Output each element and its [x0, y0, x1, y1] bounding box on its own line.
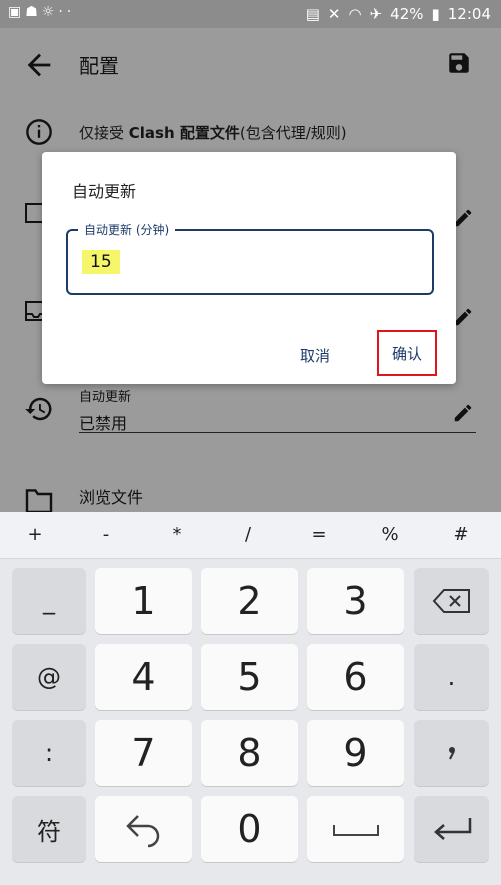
numeric-keyboard: + - * / = % # _ 1 2 3 @ 4 5 6 . : 7 8 9 …: [0, 512, 501, 885]
key-8[interactable]: 8: [201, 720, 298, 786]
weather-icon: ☼: [41, 4, 59, 20]
undo-icon: [125, 815, 159, 848]
key-percent[interactable]: %: [370, 524, 410, 545]
wifi-icon: ◠: [348, 5, 362, 23]
key-underscore[interactable]: _: [12, 568, 86, 634]
key-2[interactable]: 2: [201, 568, 298, 634]
app-bar: [0, 28, 501, 100]
space-bar-icon: [332, 825, 379, 836]
auto-update-underline: [79, 432, 476, 433]
image-icon: ▣: [8, 4, 26, 20]
folder-icon: [25, 489, 53, 512]
key-plus[interactable]: +: [15, 524, 55, 545]
page-title: 配置: [79, 54, 119, 78]
status-bar: ▣☗☼·· ▤ ✕ ◠ ✈ 42% ▮ 12:04: [0, 0, 501, 28]
key-9[interactable]: 9: [307, 720, 404, 786]
info-text: 仅接受 Clash 配置文件(包含代理/规则): [79, 122, 347, 143]
key-5[interactable]: 5: [201, 644, 298, 710]
key-label: 3: [343, 579, 368, 623]
key-6[interactable]: 6: [307, 644, 404, 710]
edit-pencil-icon[interactable]: [452, 402, 474, 424]
key-space[interactable]: [307, 796, 404, 862]
auto-update-value[interactable]: 已禁用: [79, 410, 127, 434]
battery-saver-icon: ▤: [305, 5, 320, 23]
symbol-row: + - * / = % #: [0, 512, 501, 559]
save-icon[interactable]: [446, 50, 472, 76]
clock: 12:04: [447, 5, 491, 23]
field-value[interactable]: 15: [82, 250, 120, 274]
key-label: 7: [131, 731, 156, 775]
android-icon: ☗: [25, 4, 42, 20]
comma-icon: [448, 747, 455, 760]
cancel-button[interactable]: 取消: [300, 345, 330, 366]
key-comma[interactable]: [414, 720, 489, 786]
dialog-title: 自动更新: [72, 182, 137, 201]
field-label: 自动更新 (分钟): [78, 221, 176, 238]
key-label: 9: [343, 731, 368, 775]
key-0[interactable]: 0: [201, 796, 298, 862]
key-period[interactable]: .: [414, 644, 489, 710]
confirm-button[interactable]: 确认: [377, 330, 437, 376]
key-label: 6: [343, 655, 368, 699]
key-label: 8: [237, 731, 262, 775]
key-equals[interactable]: =: [299, 524, 339, 545]
key-label: .: [447, 663, 456, 691]
key-7[interactable]: 7: [95, 720, 192, 786]
key-4[interactable]: 4: [95, 644, 192, 710]
info-text-bold: Clash 配置文件: [128, 124, 240, 142]
key-label: 0: [237, 807, 262, 851]
key-label: _: [43, 587, 55, 615]
auto-update-title: 自动更新: [79, 390, 132, 405]
minutes-input-field[interactable]: 自动更新 (分钟) 15: [66, 221, 434, 295]
key-at[interactable]: @: [12, 644, 86, 710]
key-label: @: [37, 663, 61, 691]
back-arrow-icon[interactable]: [22, 48, 56, 82]
status-right: ▤ ✕ ◠ ✈ 42% ▮ 12:04: [306, 5, 491, 23]
key-label: 5: [237, 655, 262, 699]
key-minus[interactable]: -: [86, 524, 126, 545]
key-symbols[interactable]: 符: [12, 796, 86, 862]
key-label: 2: [237, 579, 262, 623]
auto-update-dialog: 自动更新 自动更新 (分钟) 15 取消 确认: [42, 152, 456, 384]
key-label: 符: [37, 817, 61, 846]
key-1[interactable]: 1: [95, 568, 192, 634]
info-text-suffix: (包含代理/规则): [239, 124, 347, 142]
key-slash[interactable]: /: [228, 524, 268, 545]
key-label: 1: [131, 579, 156, 623]
key-3[interactable]: 3: [307, 568, 404, 634]
info-text-prefix: 仅接受: [79, 124, 129, 142]
status-left-icons: ▣☗☼··: [8, 4, 75, 20]
battery-percent: 42%: [390, 5, 424, 23]
history-icon: [25, 397, 52, 421]
key-undo[interactable]: [95, 796, 192, 862]
airplane-icon: ✈: [369, 5, 383, 23]
info-icon: [26, 119, 52, 145]
key-label: :: [44, 739, 54, 767]
key-enter[interactable]: [414, 796, 489, 862]
battery-icon: ▮: [431, 5, 440, 23]
enter-icon: [433, 818, 471, 840]
browse-files-label[interactable]: 浏览文件: [79, 484, 143, 508]
key-label: 4: [131, 655, 156, 699]
key-hash[interactable]: #: [441, 524, 481, 545]
backspace-icon: [432, 589, 470, 613]
key-backspace[interactable]: [414, 568, 489, 634]
dots-icon: ··: [58, 4, 76, 20]
key-colon[interactable]: :: [12, 720, 86, 786]
mute-icon: ✕: [327, 5, 341, 23]
key-asterisk[interactable]: *: [157, 524, 197, 545]
